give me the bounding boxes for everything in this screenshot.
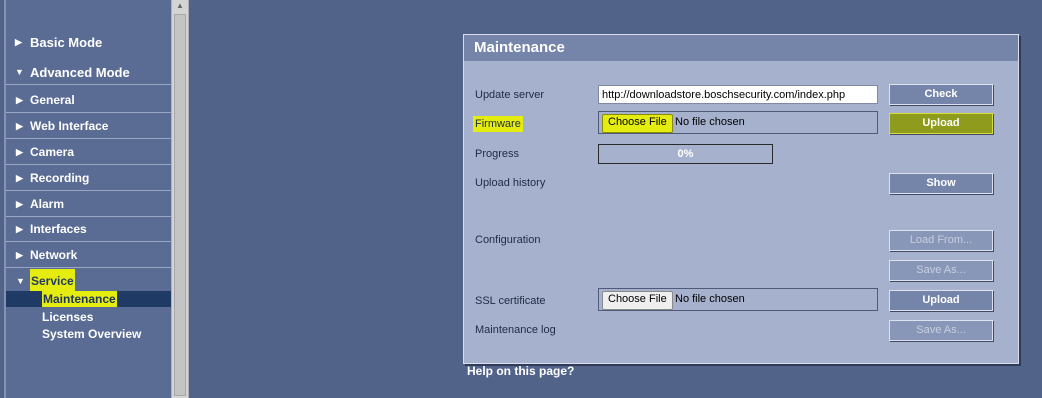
- progress-label: Progress: [475, 148, 520, 160]
- ssl-upload-button[interactable]: Upload: [889, 290, 993, 311]
- sidebar-subitem-label: Maintenance: [42, 291, 117, 307]
- nav-basic-mode-label: Basic Mode: [30, 35, 103, 50]
- sidebar-item-camera[interactable]: ▶ Camera: [6, 140, 173, 165]
- sidebar-subitem-label: Licenses: [42, 310, 94, 324]
- sidebar-subitem-system-overview[interactable]: System Overview: [6, 326, 173, 342]
- sidebar-item-general[interactable]: ▶ General: [6, 88, 173, 113]
- config-save-as-button[interactable]: Save As...: [889, 260, 993, 281]
- nav-advanced-mode[interactable]: ▼ Advanced Mode: [6, 60, 173, 85]
- sidebar-item-network[interactable]: ▶ Network: [6, 243, 173, 268]
- sidebar-item-label: Web Interface: [30, 119, 109, 133]
- sidebar-item-label: Camera: [30, 145, 75, 159]
- nav-basic-mode[interactable]: ▶ Basic Mode: [6, 30, 173, 55]
- firmware-upload-button[interactable]: Upload: [889, 113, 993, 134]
- chevron-right-icon: ▶: [16, 173, 23, 183]
- maintenance-log-label: Maintenance log: [475, 324, 556, 336]
- sidebar-item-interfaces[interactable]: ▶ Interfaces: [6, 217, 173, 242]
- chevron-right-icon: ▶: [16, 199, 23, 209]
- firmware-label: Firmware: [473, 116, 523, 132]
- ssl-file-input[interactable]: Choose File No file chosen: [598, 288, 878, 311]
- ssl-no-file-text: No file chosen: [675, 293, 745, 305]
- scroll-up-icon[interactable]: ▲: [174, 0, 186, 12]
- sidebar-nav: ▶ Basic Mode ▼ Advanced Mode ▶ General ▶…: [4, 0, 173, 398]
- browser-frame: ▶ Basic Mode ▼ Advanced Mode ▶ General ▶…: [0, 0, 1042, 398]
- chevron-down-icon: ▼: [15, 67, 24, 77]
- sidebar-item-alarm[interactable]: ▶ Alarm: [6, 192, 173, 217]
- upload-history-label: Upload history: [475, 177, 546, 189]
- panel-title: Maintenance: [464, 35, 1018, 61]
- nav-advanced-mode-label: Advanced Mode: [30, 65, 130, 80]
- chevron-right-icon: ▶: [16, 224, 23, 234]
- sidebar-subitem-maintenance[interactable]: Maintenance: [6, 291, 173, 307]
- scroll-thumb[interactable]: [174, 14, 186, 396]
- chevron-right-icon: ▶: [16, 95, 23, 105]
- sidebar-item-label: Alarm: [30, 197, 65, 211]
- chevron-right-icon: ▶: [15, 37, 22, 47]
- sidebar-item-recording[interactable]: ▶ Recording: [6, 166, 173, 191]
- progress-bar: 0%: [598, 144, 773, 164]
- sidebar-item-label: Interfaces: [30, 222, 87, 236]
- sidebar-subitem-label: System Overview: [42, 327, 142, 341]
- ssl-certificate-label: SSL certificate: [475, 295, 546, 307]
- sidebar-item-label: General: [30, 93, 75, 107]
- show-button[interactable]: Show: [889, 173, 993, 194]
- firmware-choose-file-button[interactable]: Choose File: [602, 114, 673, 133]
- log-save-as-button[interactable]: Save As...: [889, 320, 993, 341]
- ssl-choose-file-button[interactable]: Choose File: [602, 291, 673, 310]
- sidebar-item-label: Recording: [30, 171, 90, 185]
- maintenance-panel: Maintenance Update server Check Firmware…: [463, 34, 1019, 364]
- sidebar-item-web-interface[interactable]: ▶ Web Interface: [6, 114, 173, 139]
- check-button[interactable]: Check: [889, 84, 993, 105]
- load-from-button[interactable]: Load From...: [889, 230, 993, 251]
- sidebar-item-label: Network: [30, 248, 78, 262]
- sidebar-scrollbar[interactable]: ▲: [171, 0, 189, 398]
- help-link[interactable]: Help on this page?: [467, 364, 574, 378]
- configuration-label: Configuration: [475, 234, 541, 246]
- chevron-right-icon: ▶: [16, 250, 23, 260]
- firmware-file-input[interactable]: Choose File No file chosen: [598, 111, 878, 134]
- chevron-right-icon: ▶: [16, 121, 23, 131]
- update-server-input[interactable]: [598, 85, 878, 104]
- update-server-label: Update server: [475, 89, 545, 101]
- sidebar-subitem-licenses[interactable]: Licenses: [6, 309, 173, 325]
- chevron-right-icon: ▶: [16, 147, 23, 157]
- firmware-no-file-text: No file chosen: [675, 116, 745, 128]
